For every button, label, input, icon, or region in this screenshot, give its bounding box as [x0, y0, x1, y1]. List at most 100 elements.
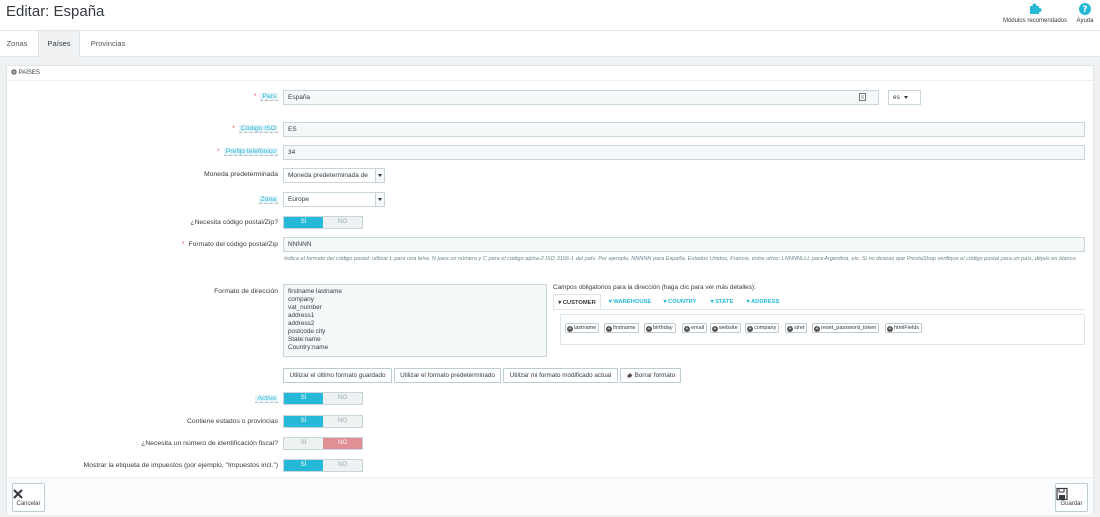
currency-value: Moneda predeterminada de	[288, 172, 368, 179]
field-chip[interactable]: + lastname	[565, 323, 600, 333]
address-line: firstname lastname	[288, 288, 342, 295]
recommended-modules-button[interactable]: Módulos recomendados	[1000, 0, 1070, 24]
needs-zip-label: ¿Necesita código postal/Zip?	[190, 219, 278, 226]
show-tax-label-switch[interactable]: SÍ NO	[283, 459, 363, 472]
needs-zip-no[interactable]: NO	[323, 217, 362, 228]
address-format-textarea[interactable]: firstname lastname company vat_number ad…	[283, 284, 547, 357]
field-chip[interactable]: + birthday	[644, 323, 676, 333]
field-chip-label: birthday	[653, 325, 673, 331]
address-format-label: Formato de dirección	[214, 288, 278, 295]
floppy-disk-icon	[1056, 487, 1068, 501]
prefix-label-text: Prefijo telefónico	[223, 148, 278, 156]
contains-states-yes[interactable]: SÍ	[284, 416, 323, 427]
close-icon	[13, 489, 23, 499]
plus-icon: +	[606, 325, 612, 332]
iso-label: * Código ISO	[232, 125, 278, 133]
iso-code-input[interactable]: ES	[283, 122, 1085, 137]
field-tab-address[interactable]: ▾ ADDRESS	[743, 294, 783, 310]
save-button[interactable]: Guardar	[1055, 483, 1088, 512]
country-name-input[interactable]: España	[283, 90, 879, 105]
field-tab-warehouse-label: WAREHOUSE	[613, 299, 652, 305]
required-mark: *	[217, 148, 220, 155]
use-modified-format-button[interactable]: Utilizar mi formato modificado actual	[503, 368, 618, 383]
field-chip[interactable]: + firstname	[604, 323, 639, 333]
clear-format-button[interactable]: Borrar formato	[620, 368, 681, 383]
field-tab-customer-label: CUSTOMER	[562, 300, 596, 306]
field-tab-address-label: ADDRESS	[750, 299, 780, 305]
language-dropdown[interactable]: es	[888, 90, 921, 105]
field-chip-label: website	[719, 325, 738, 331]
needs-tax-id-no[interactable]: NO	[323, 438, 362, 449]
show-tax-label-label: Mostrar la etiqueta de impuestos (por ej…	[83, 462, 278, 469]
chevron-down-icon	[375, 193, 384, 206]
prefix-label: * Prefijo telefónico	[217, 148, 278, 156]
chevron-down-icon	[904, 96, 908, 99]
field-chip[interactable]: + htmlFields	[885, 323, 923, 333]
zip-format-help: Indica el formato del código postal: uti…	[284, 256, 1078, 262]
address-line: State:name	[288, 336, 321, 343]
address-line: company	[288, 296, 314, 303]
active-yes[interactable]: SÍ	[284, 393, 323, 404]
recommended-modules-label: Módulos recomendados	[1002, 18, 1068, 24]
zip-format-input[interactable]: NNNNN	[283, 237, 1085, 252]
address-line: postcode city	[288, 328, 326, 335]
address-line: Country:name	[288, 344, 329, 351]
contains-states-switch[interactable]: SÍ NO	[283, 415, 363, 428]
call-prefix-input[interactable]: 34	[283, 145, 1085, 160]
field-tab-country[interactable]: ▾ COUNTRY	[659, 294, 701, 310]
field-chip[interactable]: + siret	[785, 323, 808, 333]
chevron-down-icon	[375, 169, 384, 182]
address-line: address2	[288, 320, 315, 327]
needs-tax-id-switch[interactable]: SÍ NO	[283, 437, 363, 450]
active-switch[interactable]: SÍ NO	[283, 392, 363, 405]
zone-label: Zona	[258, 196, 278, 204]
field-chip-label: lastname	[574, 325, 597, 331]
cancel-button[interactable]: Cancelar	[12, 483, 45, 512]
panel-heading: PAÍSES	[7, 66, 1093, 81]
field-chip-label: htmlFields	[894, 325, 920, 331]
country-label-text: País	[260, 93, 278, 101]
contains-states-no[interactable]: NO	[323, 416, 362, 427]
contains-states-label: Contiene estados o provincias	[186, 418, 278, 425]
active-label: Activo	[255, 395, 278, 403]
plus-icon: +	[684, 325, 690, 332]
tabs-bar: Zonas Países Provincias	[0, 30, 1100, 58]
show-tax-label-no[interactable]: NO	[323, 460, 362, 471]
zone-label-text: Zona	[258, 196, 278, 204]
iso-label-text: Código ISO	[238, 125, 278, 133]
use-last-format-button[interactable]: Utilizar el último formato guardado	[283, 368, 392, 383]
tab-zonas[interactable]: Zonas	[0, 31, 34, 57]
svg-text:?: ?	[1082, 5, 1087, 15]
help-button[interactable]: ? Ayuda	[1073, 0, 1097, 24]
plus-icon: +	[747, 325, 753, 332]
needs-zip-switch[interactable]: SÍ NO	[283, 216, 363, 229]
needs-zip-yes[interactable]: SÍ	[284, 217, 323, 228]
language-value: es	[893, 94, 900, 101]
tab-provincias[interactable]: Provincias	[84, 31, 132, 57]
clear-format-label: Borrar formato	[634, 372, 676, 379]
default-currency-select[interactable]: Moneda predeterminada de	[283, 168, 385, 183]
field-tab-state[interactable]: ▾ STATE	[706, 294, 738, 310]
country-label: * País	[254, 93, 278, 101]
active-no[interactable]: NO	[323, 393, 362, 404]
zone-select[interactable]: Europe	[283, 192, 385, 207]
field-chip-label: email	[691, 325, 705, 331]
plus-icon: +	[567, 325, 573, 332]
field-chip[interactable]: + reset_password_token	[812, 323, 880, 333]
globe-icon	[11, 68, 17, 75]
use-default-format-button[interactable]: Utilizar el formato predeterminado	[394, 368, 501, 383]
call-prefix-value: 34	[288, 149, 296, 156]
page-title: Editar: España	[6, 3, 105, 20]
address-line: address1	[288, 312, 315, 319]
country-name-value: España	[288, 94, 311, 101]
translate-icon[interactable]	[859, 93, 866, 101]
needs-tax-id-yes[interactable]: SÍ	[284, 438, 323, 449]
field-chip[interactable]: + website	[710, 323, 741, 333]
field-chip[interactable]: + email	[682, 323, 708, 333]
field-chip[interactable]: + company	[745, 323, 780, 333]
tab-paises[interactable]: Países	[38, 31, 80, 58]
plus-icon: +	[887, 325, 893, 332]
field-tab-customer[interactable]: ▾ CUSTOMER	[553, 294, 601, 310]
field-tab-warehouse[interactable]: ▾ WAREHOUSE	[604, 294, 656, 310]
show-tax-label-yes[interactable]: SÍ	[284, 460, 323, 471]
